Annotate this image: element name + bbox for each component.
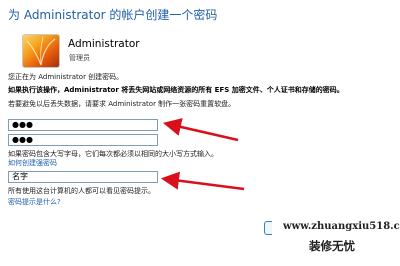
watermark-url: www.zhuangxiu518.com xyxy=(283,221,400,232)
arrow-to-password-fields xyxy=(162,118,239,142)
create-password-button-edge[interactable] xyxy=(264,221,272,235)
arrow-to-hint-field xyxy=(160,171,245,191)
watermark-text: 装修无忧 xyxy=(309,239,355,253)
